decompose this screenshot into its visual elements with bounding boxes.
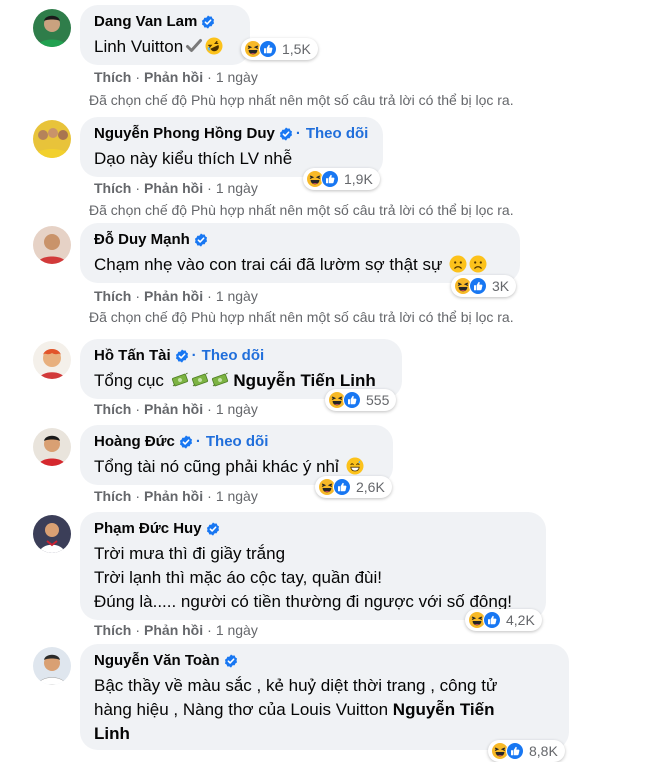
like-link[interactable]: Thích [94, 488, 131, 504]
reaction-count: 3K [492, 278, 510, 294]
commenter-name[interactable]: Dang Van Lam [94, 13, 197, 31]
verified-badge-icon [175, 349, 189, 363]
reply-link[interactable]: Phản hồi [144, 488, 203, 504]
like-link[interactable]: Thích [94, 180, 131, 196]
money-emoji [171, 371, 189, 389]
reaction-summary[interactable]: 3K [451, 275, 517, 297]
verified-badge-icon [194, 233, 208, 247]
comment-text: Tổng tài nó cũng phải khác ý nhỉ [94, 457, 339, 476]
reaction-summary[interactable]: 1,9K [303, 168, 380, 190]
like-reaction-icon [321, 170, 339, 188]
like-reaction-icon [469, 277, 487, 295]
comment-text: Linh Vuitton [94, 37, 184, 56]
reply-link[interactable]: Phản hồi [144, 622, 203, 638]
reaction-count: 4,2K [506, 612, 535, 628]
reply-link[interactable]: Phản hồi [144, 401, 203, 417]
comment-text-line: hàng hiệu , Nàng thơ của Louis Vuitton [94, 700, 389, 719]
like-reaction-icon [483, 611, 501, 629]
like-link[interactable]: Thích [94, 288, 131, 304]
avatar[interactable] [33, 9, 71, 47]
comment-text: Chạm nhẹ vào con trai cái đã lườm sợ thậ… [94, 255, 443, 274]
comment-text-line: Trời mưa thì đi giầy trắng [94, 544, 286, 563]
filter-notice: Đã chọn chế độ Phù hợp nhất nên một số c… [89, 92, 514, 108]
comment-time[interactable]: 1 ngày [216, 401, 258, 417]
avatar[interactable] [33, 120, 71, 158]
comment-text-line: Đúng là..... người có tiền thường đi ngư… [94, 592, 513, 611]
mention-link-continued[interactable]: Linh [94, 724, 130, 743]
verified-badge-icon [279, 127, 293, 141]
follow-link[interactable]: Theo dõi [306, 125, 369, 143]
comment-time[interactable]: 1 ngày [216, 288, 258, 304]
comment-actions: Thích · Phản hồi · 1 ngày [94, 69, 258, 85]
comment-text: Tổng cục [94, 371, 164, 390]
avatar[interactable] [33, 226, 71, 264]
follow-link[interactable]: Theo dõi [202, 347, 265, 365]
comment-actions: Thích · Phản hồi · 1 ngày [94, 622, 258, 638]
reaction-summary[interactable]: 2,6K [315, 476, 392, 498]
money-emoji [191, 371, 209, 389]
like-link[interactable]: Thích [94, 622, 131, 638]
verified-badge-icon [206, 522, 220, 536]
comment-actions: Thích · Phản hồi · 1 ngày [94, 401, 258, 417]
money-emoji [211, 371, 229, 389]
reaction-count: 8,8K [529, 743, 558, 759]
comment-text: Dạo này kiểu thích LV nhễ [94, 149, 293, 168]
commenter-name[interactable]: Hồ Tấn Tài [94, 347, 171, 365]
reaction-summary[interactable]: 8,8K [488, 740, 565, 762]
verified-badge-icon [201, 15, 215, 29]
like-reaction-icon [333, 478, 351, 496]
reaction-count: 555 [366, 392, 390, 408]
reaction-count: 1,5K [282, 41, 311, 57]
commenter-name[interactable]: Nguyễn Văn Toàn [94, 652, 220, 670]
reaction-summary[interactable]: 1,5K [241, 38, 318, 60]
avatar[interactable] [33, 647, 71, 685]
like-reaction-icon [259, 40, 277, 58]
comment-actions: Thích · Phản hồi · 1 ngày [94, 488, 258, 504]
commenter-name[interactable]: Đỗ Duy Mạnh [94, 231, 190, 249]
comment-bubble: Phạm Đức Huy Trời mưa thì đi giầy trắng … [80, 512, 546, 620]
comment-text-line: Bậc thầy về màu sắc , kẻ huỷ diệt thời t… [94, 676, 498, 695]
commenter-name[interactable]: Nguyễn Phong Hồng Duy [94, 125, 275, 143]
comment-actions: Thích · Phản hồi · 1 ngày [94, 288, 258, 304]
like-link[interactable]: Thích [94, 401, 131, 417]
like-reaction-icon [343, 391, 361, 409]
follow-link[interactable]: Theo dõi [206, 433, 269, 451]
comment-text-line: Trời lạnh thì mặc áo cộc tay, quần đùi! [94, 568, 383, 587]
check-mark-emoji [185, 37, 203, 55]
mention-link[interactable]: Nguyễn Tiến [393, 700, 495, 719]
filter-notice: Đã chọn chế độ Phù hợp nhất nên một số c… [89, 309, 514, 325]
avatar[interactable] [33, 515, 71, 553]
comment-bubble: Dang Van Lam Linh Vuitton [80, 5, 250, 65]
worried-face-emoji [469, 255, 487, 273]
comment-time[interactable]: 1 ngày [216, 488, 258, 504]
avatar[interactable] [33, 341, 71, 379]
comment-time[interactable]: 1 ngày [216, 622, 258, 638]
grin-sweat-emoji [346, 457, 364, 475]
commenter-name[interactable]: Phạm Đức Huy [94, 520, 202, 538]
filter-notice: Đã chọn chế độ Phù hợp nhất nên một số c… [89, 202, 514, 218]
reaction-count: 2,6K [356, 479, 385, 495]
worried-face-emoji [449, 255, 467, 273]
reaction-count: 1,9K [344, 171, 373, 187]
avatar[interactable] [33, 428, 71, 466]
comment-actions: Thích · Phản hồi · 1 ngày [94, 180, 258, 196]
reaction-summary[interactable]: 4,2K [465, 609, 542, 631]
reply-link[interactable]: Phản hồi [144, 69, 203, 85]
reply-link[interactable]: Phản hồi [144, 180, 203, 196]
comment-bubble: Đỗ Duy Mạnh Chạm nhẹ vào con trai cái đã… [80, 223, 520, 283]
like-reaction-icon [506, 742, 524, 760]
commenter-name[interactable]: Hoàng Đức [94, 433, 175, 451]
mention-link[interactable]: Nguyễn Tiến Linh [233, 371, 375, 390]
rofl-emoji [205, 37, 223, 55]
reaction-summary[interactable]: 555 [325, 389, 397, 411]
reply-link[interactable]: Phản hồi [144, 288, 203, 304]
like-link[interactable]: Thích [94, 69, 131, 85]
comment-time[interactable]: 1 ngày [216, 180, 258, 196]
comment-time[interactable]: 1 ngày [216, 69, 258, 85]
comment-bubble: Nguyễn Văn Toàn Bậc thầy về màu sắc , kẻ… [80, 644, 569, 750]
verified-badge-icon [179, 435, 193, 449]
verified-badge-icon [224, 654, 238, 668]
